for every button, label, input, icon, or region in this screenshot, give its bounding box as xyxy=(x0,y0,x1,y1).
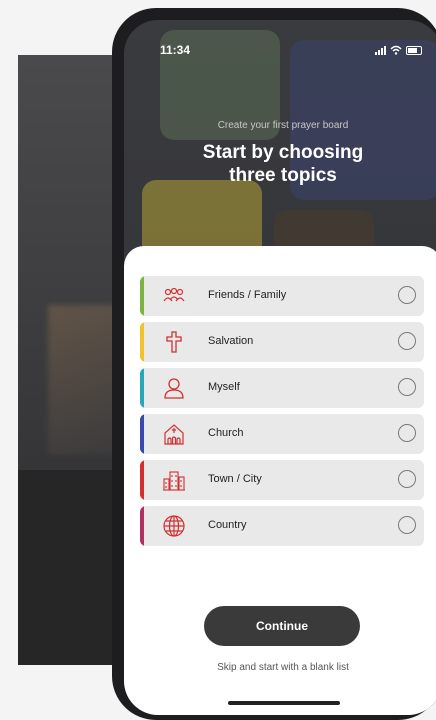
topic-item-town-city[interactable]: Town / City xyxy=(140,460,424,500)
page-title: Start by choosing three topics xyxy=(124,141,436,187)
topic-color-bar xyxy=(140,322,144,362)
topic-select-radio[interactable] xyxy=(398,424,416,442)
building-icon xyxy=(163,471,185,491)
topic-color-bar xyxy=(140,276,144,316)
church-icon xyxy=(164,424,184,445)
page-subtitle: Create your first prayer board xyxy=(217,120,349,131)
topic-select-radio[interactable] xyxy=(398,378,416,396)
topic-color-bar xyxy=(140,506,144,546)
topic-item-church[interactable]: Church xyxy=(140,414,424,454)
battery-icon xyxy=(406,45,422,55)
status-bar: 11:34 xyxy=(160,43,422,59)
cross-icon xyxy=(166,331,182,353)
topic-color-bar xyxy=(140,414,144,454)
topic-item-salvation[interactable]: Salvation xyxy=(140,322,424,362)
status-icons xyxy=(375,45,422,55)
signal-icon xyxy=(375,45,386,55)
topic-select-radio[interactable] xyxy=(398,470,416,488)
topic-item-country[interactable]: Country xyxy=(140,506,424,546)
topic-label: Friends / Family xyxy=(208,289,287,301)
topic-color-bar xyxy=(140,368,144,408)
phone-screen: 11:34 Create your first prayer board Sta… xyxy=(124,20,436,715)
topic-select-radio[interactable] xyxy=(398,286,416,304)
person-icon xyxy=(164,378,184,399)
topic-color-bar xyxy=(140,460,144,500)
status-time: 11:34 xyxy=(160,43,191,57)
topic-select-radio[interactable] xyxy=(398,332,416,350)
continue-button[interactable]: Continue xyxy=(204,606,360,646)
home-indicator xyxy=(228,701,340,705)
page-title-line2: three topics xyxy=(229,165,337,186)
topic-sheet: Friends / Family Salvation Myself Church… xyxy=(124,246,436,715)
topic-label: Myself xyxy=(208,381,240,393)
topic-select-radio[interactable] xyxy=(398,516,416,534)
globe-icon xyxy=(163,515,185,537)
topic-item-friends-family[interactable]: Friends / Family xyxy=(140,276,424,316)
topic-label: Town / City xyxy=(208,473,262,485)
topic-item-myself[interactable]: Myself xyxy=(140,368,424,408)
topic-label: Country xyxy=(208,519,247,531)
phone-frame: 11:34 Create your first prayer board Sta… xyxy=(112,8,436,720)
skip-link[interactable]: Skip and start with a blank list xyxy=(124,662,436,673)
topic-label: Church xyxy=(208,427,244,439)
page-title-line1: Start by choosing xyxy=(202,142,364,163)
wifi-icon xyxy=(390,45,402,55)
topic-label: Salvation xyxy=(208,335,254,347)
people-icon xyxy=(163,287,185,302)
